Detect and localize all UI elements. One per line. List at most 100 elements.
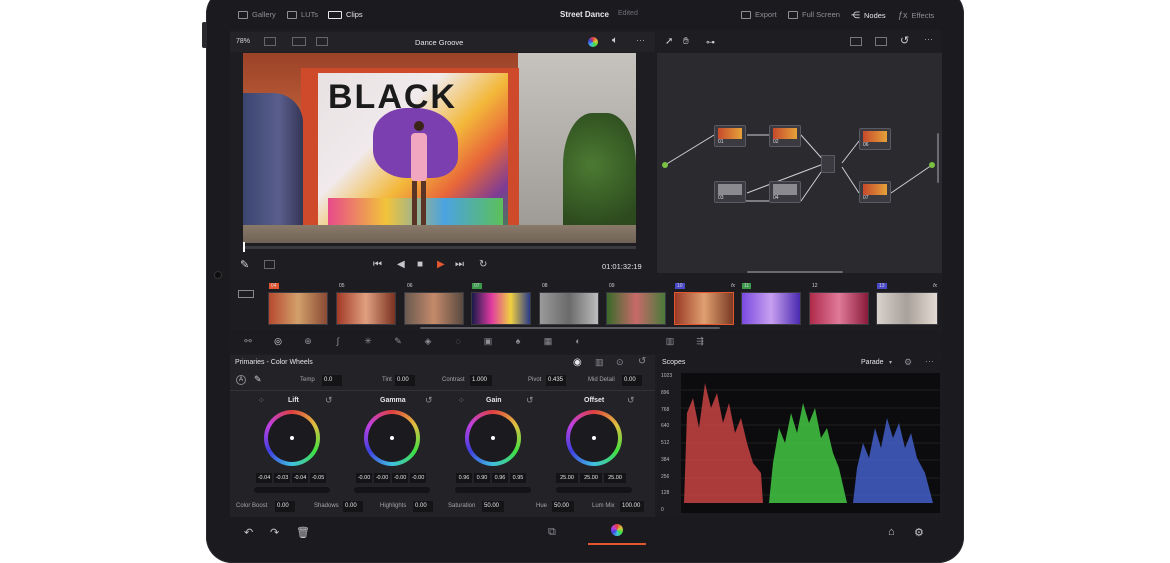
contrast-value[interactable]: 1.000: [470, 375, 492, 386]
chevron-down-icon[interactable]: ▾: [889, 359, 892, 366]
hand-icon[interactable]: ✋︎: [683, 36, 689, 47]
lift-picker-icon[interactable]: ⁘: [258, 396, 265, 405]
lift-y[interactable]: -0.04: [256, 473, 272, 483]
color-icon[interactable]: [588, 37, 598, 47]
pointer-icon[interactable]: ➚: [665, 36, 673, 47]
redo-icon[interactable]: ↷: [270, 526, 279, 539]
color-wheels-icon[interactable]: ◎: [272, 336, 284, 348]
eyedropper-icon[interactable]: ✎: [240, 258, 249, 271]
node-list-icon[interactable]: [875, 37, 887, 46]
log-mode-icon[interactable]: ⊙: [616, 357, 624, 368]
node-03[interactable]: 03: [714, 181, 746, 203]
gamma-wheel[interactable]: [364, 410, 420, 466]
timeline-clip-selected[interactable]: 10 fx: [674, 283, 735, 325]
hdr-wheels-icon[interactable]: ⊕: [302, 336, 314, 348]
scope-settings-icon[interactable]: ⚙: [904, 357, 912, 368]
delete-icon[interactable]: 🗑︎: [296, 526, 310, 539]
scope-mode-select[interactable]: Parade: [861, 359, 884, 366]
export-button[interactable]: Export: [741, 10, 777, 19]
connect-icon[interactable]: ⊶: [706, 37, 715, 48]
bars-mode-icon[interactable]: ▥: [595, 357, 604, 368]
gamma-g[interactable]: -0.00: [392, 473, 408, 483]
saturation-value[interactable]: 50.00: [482, 501, 504, 512]
node-more-icon[interactable]: ···: [924, 34, 933, 44]
gain-reset-icon[interactable]: ↺: [526, 395, 534, 406]
timeline-clip[interactable]: 09: [606, 283, 666, 325]
gain-g[interactable]: 0.96: [492, 473, 508, 483]
node-scrollbar[interactable]: [747, 271, 843, 273]
magic-mask-icon[interactable]: ▣: [482, 336, 494, 348]
node-02[interactable]: 02: [769, 125, 801, 147]
gain-y[interactable]: 0.96: [456, 473, 472, 483]
timeline-clip[interactable]: 04: [268, 283, 328, 325]
go-to-start-icon[interactable]: ⏮: [373, 259, 382, 270]
timeline-clip[interactable]: 08: [539, 283, 599, 325]
viewer-layout-icon[interactable]: [264, 37, 276, 46]
node-06[interactable]: 06: [859, 128, 891, 150]
curves-icon[interactable]: ∫: [332, 336, 344, 348]
gamma-b[interactable]: -0.00: [410, 473, 426, 483]
full-screen-button[interactable]: Full Screen: [788, 10, 840, 19]
tracker-icon[interactable]: ◌: [452, 336, 464, 348]
timeline-options-icon[interactable]: [238, 290, 256, 320]
more-icon[interactable]: ···: [636, 35, 645, 45]
offset-reset-icon[interactable]: ↺: [627, 395, 635, 406]
undo-icon[interactable]: ↶: [244, 526, 253, 539]
luts-button[interactable]: LUTs: [287, 10, 318, 19]
mid-detail-value[interactable]: 0.00: [622, 375, 642, 386]
lift-wheel[interactable]: [264, 410, 320, 466]
gamma-r[interactable]: -0.00: [374, 473, 390, 483]
offset-r[interactable]: 25.00: [556, 473, 578, 483]
loop-icon[interactable]: ↻: [479, 259, 487, 270]
gain-wheel[interactable]: [465, 410, 521, 466]
step-back-icon[interactable]: ◀: [397, 259, 405, 270]
pivot-value[interactable]: 0.435: [546, 375, 566, 386]
color-warper-icon[interactable]: ✳: [362, 336, 374, 348]
timeline-clip[interactable]: 11: [741, 283, 801, 325]
parallel-mixer-node[interactable]: [821, 155, 835, 173]
home-icon[interactable]: ⌂: [888, 526, 895, 538]
timeline-clip[interactable]: 06: [404, 283, 464, 325]
node-view-icon[interactable]: [850, 37, 862, 46]
node-vscrollbar[interactable]: [937, 133, 939, 183]
color-boost-value[interactable]: 0.00: [275, 501, 295, 512]
lift-g[interactable]: -0.04: [292, 473, 308, 483]
audio-icon[interactable]: 🔈︎: [612, 35, 618, 46]
nodes-button[interactable]: ⋲ Nodes: [851, 10, 886, 21]
stop-icon[interactable]: ■: [417, 259, 423, 270]
gamma-y[interactable]: -0.00: [356, 473, 372, 483]
lift-b[interactable]: -0.05: [310, 473, 326, 483]
shadows-value[interactable]: 0.00: [343, 501, 363, 512]
gamma-reset-icon[interactable]: ↺: [425, 395, 433, 406]
lum-mix-value[interactable]: 100.00: [620, 501, 644, 512]
scrub-bar[interactable]: [243, 242, 636, 252]
tint-value[interactable]: 0.00: [395, 375, 415, 386]
offset-b[interactable]: 25.00: [604, 473, 626, 483]
panel-reset-icon[interactable]: ↺: [638, 356, 646, 367]
effects-button[interactable]: ƒx Effects: [898, 10, 934, 20]
lift-reset-icon[interactable]: ↺: [325, 395, 333, 406]
auto-balance-icon[interactable]: A: [236, 375, 246, 385]
edit-page-icon[interactable]: ⧉: [548, 526, 556, 539]
scope-more-icon[interactable]: ···: [925, 356, 934, 366]
scopes-toggle-icon[interactable]: ▥: [664, 336, 676, 348]
node-editor[interactable]: 01 02 03 04 06 07: [657, 53, 942, 273]
gallery-button[interactable]: Gallery: [238, 10, 276, 19]
qualifier-icon[interactable]: ✎: [392, 336, 404, 348]
zoom-level[interactable]: 78%: [236, 38, 250, 45]
split-view-icon[interactable]: [316, 37, 328, 46]
go-to-end-icon[interactable]: ⏭: [455, 259, 464, 270]
video-viewer[interactable]: BLACK: [243, 53, 636, 243]
timeline-clip[interactable]: 05: [336, 283, 396, 325]
blur-icon[interactable]: ♠: [512, 336, 524, 348]
node-01[interactable]: 01: [714, 125, 746, 147]
reset-icon[interactable]: ↺: [900, 34, 909, 47]
temp-value[interactable]: 0.0: [322, 375, 342, 386]
info-icon[interactable]: ⇶: [694, 336, 706, 348]
gain-r[interactable]: 0.90: [474, 473, 490, 483]
timeline-clip[interactable]: 07: [471, 283, 531, 325]
gain-b[interactable]: 0.95: [510, 473, 526, 483]
play-icon[interactable]: ▶: [437, 259, 445, 270]
gain-master-slider[interactable]: [455, 487, 531, 493]
offset-wheel[interactable]: [566, 410, 622, 466]
